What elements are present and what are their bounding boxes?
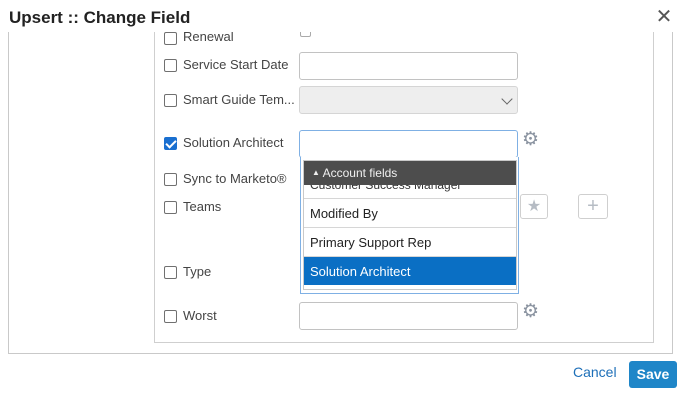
checkbox-type[interactable] bbox=[164, 266, 177, 279]
save-button[interactable]: Save bbox=[629, 361, 677, 388]
worst-input[interactable] bbox=[299, 302, 518, 330]
dialog-body: Renewal Service Start Date Smart Guide T… bbox=[8, 32, 673, 354]
solution-architect-dropdown: Customer Success Manager ▲ Account field… bbox=[300, 157, 519, 294]
dropdown-item-primary-support-rep[interactable]: Primary Support Rep bbox=[304, 227, 516, 256]
solution-architect-input[interactable] bbox=[299, 130, 518, 158]
gear-icon[interactable]: ⚙ bbox=[522, 130, 539, 149]
checkbox-teams[interactable] bbox=[164, 201, 177, 214]
close-icon[interactable]: ✕ bbox=[654, 6, 674, 28]
label-smart-guide-template: Smart Guide Tem... bbox=[183, 92, 295, 107]
checkbox-worst[interactable] bbox=[164, 310, 177, 323]
dropdown-group-header: ▲ Account fields bbox=[304, 161, 516, 185]
label-sync-to-marketo: Sync to Marketo® bbox=[183, 171, 287, 186]
caret-up-icon: ▲ bbox=[312, 168, 320, 177]
checkbox-smart-guide-template[interactable] bbox=[164, 94, 177, 107]
service-start-date-input[interactable] bbox=[299, 52, 518, 80]
cancel-button[interactable]: Cancel bbox=[573, 364, 617, 380]
label-type: Type bbox=[183, 264, 212, 279]
dropdown-list: Customer Success Manager ▲ Account field… bbox=[303, 160, 517, 290]
dropdown-item-modified-by[interactable]: Modified By bbox=[304, 198, 516, 227]
chevron-down-icon bbox=[501, 93, 513, 105]
star-icon[interactable]: ★ bbox=[520, 194, 548, 219]
gear-icon[interactable]: ⚙ bbox=[522, 302, 539, 321]
plus-icon[interactable]: + bbox=[578, 194, 608, 219]
dialog-title: Upsert :: Change Field bbox=[9, 8, 191, 27]
label-teams: Teams bbox=[183, 199, 222, 214]
checkbox-service-start-date[interactable] bbox=[164, 59, 177, 72]
label-service-start-date: Service Start Date bbox=[183, 57, 289, 72]
dropdown-item-solution-architect[interactable]: Solution Architect bbox=[304, 256, 516, 285]
checkbox-sync-to-marketo[interactable] bbox=[164, 173, 177, 186]
label-worst: Worst bbox=[183, 308, 217, 323]
checkbox-renewal[interactable] bbox=[164, 32, 177, 45]
label-renewal: Renewal bbox=[183, 32, 234, 44]
checkbox-solution-architect[interactable] bbox=[164, 137, 177, 150]
smart-guide-template-select[interactable] bbox=[299, 86, 518, 114]
renewal-value-checkbox[interactable] bbox=[300, 32, 311, 37]
label-solution-architect: Solution Architect bbox=[183, 135, 284, 150]
